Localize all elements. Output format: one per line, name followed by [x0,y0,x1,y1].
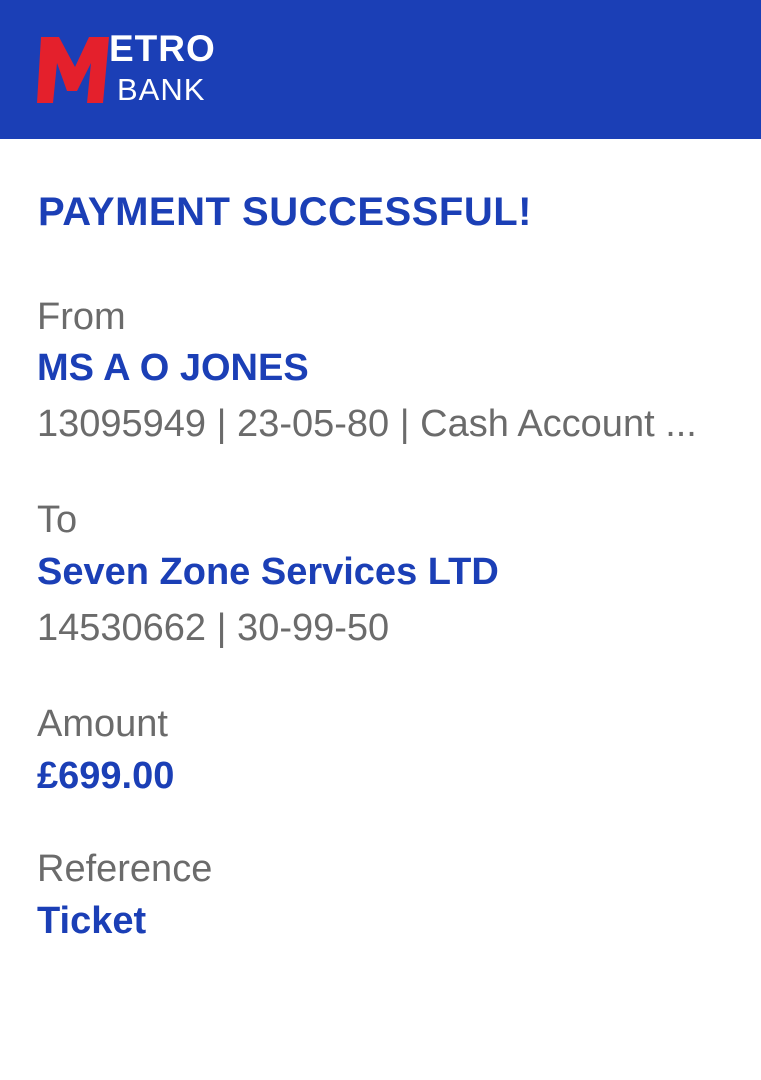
metro-m-icon [37,37,109,103]
from-name: MS A O JONES [37,347,309,389]
logo-bank-text: BANK [117,72,206,107]
from-label: From [37,296,126,338]
to-name: Seven Zone Services LTD [37,551,499,593]
from-account-details: 13095949 | 23-05-80 | Cash Account ... [37,403,697,445]
to-account-details: 14530662 | 30-99-50 [37,607,390,649]
to-label: To [37,499,78,541]
app-header: ETRO BANK [0,0,761,139]
reference-value: Ticket [37,900,147,942]
metro-bank-logo: ETRO BANK [37,29,227,107]
page-title: PAYMENT SUCCESSFUL! [38,190,532,234]
amount-value: £699.00 [37,755,175,797]
amount-label: Amount [37,703,168,745]
logo-etro-text: ETRO [109,28,216,69]
reference-label: Reference [37,848,213,890]
